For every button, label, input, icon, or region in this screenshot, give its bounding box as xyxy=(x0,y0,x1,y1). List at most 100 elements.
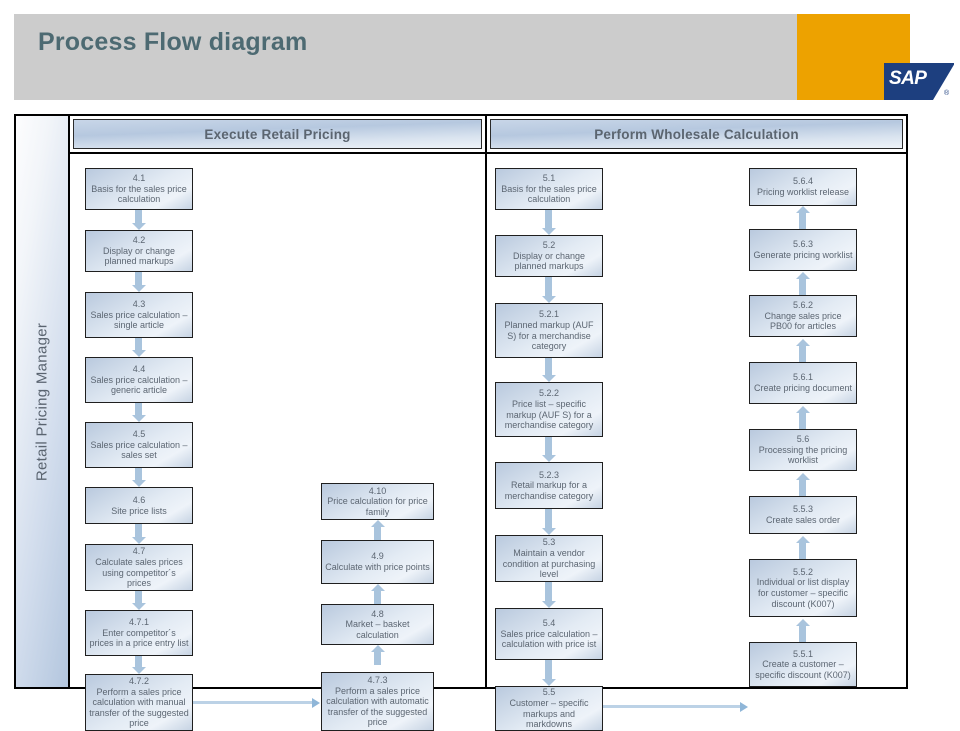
process-box-label: Create a customer – specific discount (K… xyxy=(755,659,851,680)
process-box-label: Perform a sales price calculation with a… xyxy=(326,685,429,728)
process-box-5-2-1[interactable]: 5.2.1 Planned markup (AUF S) for a merch… xyxy=(495,303,603,358)
process-box-5-2-3[interactable]: 5.2.3 Retail markup for a merchandise ca… xyxy=(495,462,603,509)
process-box-label: Site price lists xyxy=(111,505,167,516)
process-box-number: 5.1 xyxy=(542,173,556,184)
process-box-4-7-3[interactable]: 4.7.3 Perform a sales price calculation … xyxy=(321,672,434,731)
process-box-4-7-2[interactable]: 4.7.2 Perform a sales price calculation … xyxy=(85,674,193,731)
process-box-5-6-3[interactable]: 5.6.3 Generate pricing worklist xyxy=(749,229,857,271)
process-box-label: Display or change planned markups xyxy=(102,245,176,267)
process-box-label: Market – basket calculation xyxy=(345,619,410,640)
process-box-4-5[interactable]: 4.5 Sales price calculation – sales set xyxy=(85,422,193,468)
header-band xyxy=(14,14,890,100)
arrow-5-6-to-5-6-1 xyxy=(795,406,810,429)
arrow-5-4-to-5-5 xyxy=(541,660,556,686)
arrow-5-5-3-to-5-6 xyxy=(795,473,810,496)
lane-execute-retail-pricing: Execute Retail Pricing 4.1 Basis for the… xyxy=(70,116,487,731)
process-box-number: 4.2 xyxy=(132,235,146,246)
process-box-label: Enter competitor´s prices in a price ent… xyxy=(89,627,189,649)
lane-perform-wholesale-calculation: Perform Wholesale Calculation 5.1 Basis … xyxy=(487,116,906,731)
process-box-5-6-4[interactable]: 5.6.4 Pricing worklist release xyxy=(749,168,857,206)
process-box-label: Display or change planned markups xyxy=(512,250,586,272)
process-box-label: Create pricing document xyxy=(753,383,853,393)
process-box-5-6-2[interactable]: 5.6.2 Change sales price PB00 for articl… xyxy=(749,295,857,337)
process-box-number: 4.1 xyxy=(132,173,146,184)
process-box-label: Planned markup (AUF S) for a merchandise… xyxy=(504,319,594,352)
arrow-5-3-to-5-4 xyxy=(541,582,556,608)
arrow-5-2-to-5-2-1 xyxy=(541,277,556,303)
process-flow-diagram: Retail Pricing Manager Execute Retail Pr… xyxy=(14,114,908,731)
process-box-number: 4.8 xyxy=(371,608,384,619)
process-box-label: Price list – specific markup (AUF S) for… xyxy=(504,398,594,431)
process-box-label: Individual or list display for customer … xyxy=(756,577,850,609)
arrow-5-5-to-5-5-1 xyxy=(603,701,748,712)
arrow-5-2-2-to-5-2-3 xyxy=(541,437,556,462)
process-box-4-9[interactable]: 4.9 Calculate with price points xyxy=(321,540,434,584)
process-box-label: Basis for the sales price calculation xyxy=(501,183,597,205)
lane-title: Execute Retail Pricing xyxy=(204,126,351,142)
process-box-number: 4.6 xyxy=(132,494,146,505)
process-box-4-1[interactable]: 4.1 Basis for the sales price calculatio… xyxy=(85,168,193,210)
arrow-5-6-2-to-5-6-3 xyxy=(795,272,810,295)
process-box-number: 5.6.1 xyxy=(792,372,814,383)
process-box-4-4[interactable]: 4.4 Sales price calculation – generic ar… xyxy=(85,357,193,403)
role-band-retail-pricing-manager: Retail Pricing Manager xyxy=(16,116,70,687)
process-box-5-5-3[interactable]: 5.5.3 Create sales order xyxy=(749,496,857,534)
process-box-number: 5.5.1 xyxy=(792,648,814,659)
page-title: Process Flow diagram xyxy=(38,28,308,56)
process-box-number: 4.7.3 xyxy=(367,675,388,686)
process-box-label: Basis for the sales price calculation xyxy=(91,183,187,205)
role-label: Retail Pricing Manager xyxy=(33,322,51,481)
process-box-5-2[interactable]: 5.2 Display or change planned markups xyxy=(495,235,603,277)
process-box-label: Sales price calculation – single article xyxy=(90,309,188,331)
lane-body-execute-retail-pricing: 4.1 Basis for the sales price calculatio… xyxy=(70,152,485,731)
arrow-4-3-to-4-4 xyxy=(131,338,146,357)
process-box-label: Sales price calculation – calculation wi… xyxy=(500,628,598,650)
arrow-4-7-to-4-7-1 xyxy=(131,591,146,610)
process-box-4-10[interactable]: 4.10 Price calculation for price family xyxy=(321,483,434,520)
process-box-label: Calculate sales prices using competitor´… xyxy=(95,556,183,589)
process-box-number: 4.7.1 xyxy=(128,617,150,628)
process-box-5-2-2[interactable]: 5.2.2 Price list – specific markup (AUF … xyxy=(495,382,603,437)
arrow-4-7-1-to-4-7-2 xyxy=(131,656,146,674)
process-box-4-3[interactable]: 4.3 Sales price calculation – single art… xyxy=(85,292,193,338)
process-box-label: Generate pricing worklist xyxy=(753,250,853,260)
process-box-label: Maintain a vendor condition at purchasin… xyxy=(502,547,596,580)
process-box-4-2[interactable]: 4.2 Display or change planned markups xyxy=(85,230,193,272)
process-box-5-5-1[interactable]: 5.5.1 Create a customer – specific disco… xyxy=(749,642,857,687)
arrow-5-6-3-to-5-6-4 xyxy=(795,206,810,229)
arrow-5-1-to-5-2 xyxy=(541,210,556,235)
process-box-label: Sales price calculation – generic articl… xyxy=(90,374,188,396)
arrow-4-7-2-to-4-7-3 xyxy=(193,697,320,708)
process-box-5-5-2[interactable]: 5.5.2 Individual or list display for cus… xyxy=(749,559,857,617)
process-box-label: Processing the pricing worklist xyxy=(758,444,848,466)
lane-header-execute-retail-pricing: Execute Retail Pricing xyxy=(73,119,482,149)
process-box-number: 5.2 xyxy=(542,240,556,251)
process-box-4-7[interactable]: 4.7 Calculate sales prices using competi… xyxy=(85,544,193,591)
process-box-5-1[interactable]: 5.1 Basis for the sales price calculatio… xyxy=(495,168,603,210)
process-box-number: 4.7.2 xyxy=(128,676,150,687)
arrow-4-9-to-4-10 xyxy=(370,520,385,540)
process-box-number: 5.2.2 xyxy=(538,388,560,399)
process-box-number: 4.4 xyxy=(132,364,146,375)
process-box-5-6-1[interactable]: 5.6.1 Create pricing document xyxy=(749,362,857,404)
process-box-number: 5.2.1 xyxy=(538,309,560,320)
lanes-container: Execute Retail Pricing 4.1 Basis for the… xyxy=(70,116,906,731)
process-box-label: Change sales price PB00 for articles xyxy=(764,310,842,332)
process-box-4-6[interactable]: 4.6 Site price lists xyxy=(85,487,193,524)
process-box-number: 4.5 xyxy=(132,429,146,440)
process-box-4-7-1[interactable]: 4.7.1 Enter competitor´s prices in a pri… xyxy=(85,610,193,656)
process-box-5-6[interactable]: 5.6 Processing the pricing worklist xyxy=(749,429,857,471)
process-box-label: Customer – specific markups and markdown… xyxy=(509,697,589,730)
arrow-5-6-1-to-5-6-2 xyxy=(795,339,810,362)
arrow-5-2-3-to-5-3 xyxy=(541,509,556,535)
arrow-5-2-1-to-5-2-2 xyxy=(541,358,556,382)
arrow-5-5-1-to-5-5-2 xyxy=(795,619,810,642)
process-box-5-4[interactable]: 5.4 Sales price calculation – calculatio… xyxy=(495,608,603,660)
process-box-5-5[interactable]: 5.5 Customer – specific markups and mark… xyxy=(495,686,603,731)
process-box-number: 5.3 xyxy=(542,537,556,548)
process-box-label: Pricing worklist release xyxy=(756,187,850,197)
arrow-4-4-to-4-5 xyxy=(131,403,146,422)
process-box-4-8[interactable]: 4.8 Market – basket calculation xyxy=(321,604,434,645)
process-box-5-3[interactable]: 5.3 Maintain a vendor condition at purch… xyxy=(495,535,603,582)
process-box-number: 4.9 xyxy=(371,551,384,562)
